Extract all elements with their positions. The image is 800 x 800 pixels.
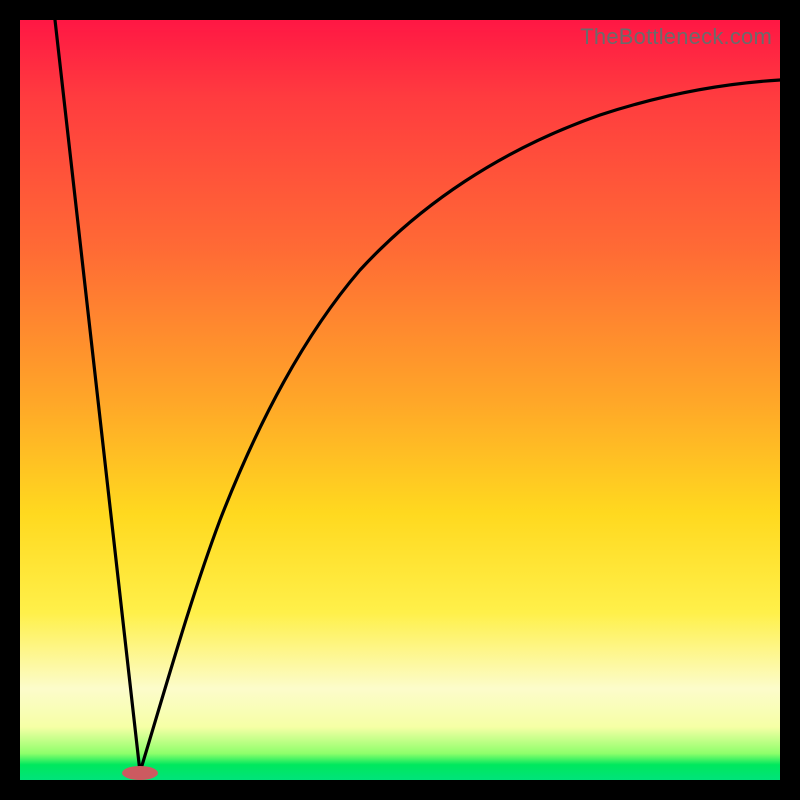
chart-frame: TheBottleneck.com bbox=[0, 0, 800, 800]
minimum-marker bbox=[122, 766, 158, 780]
plot-area: TheBottleneck.com bbox=[20, 20, 780, 780]
curve-svg bbox=[20, 20, 780, 780]
bottleneck-curve bbox=[55, 20, 780, 772]
